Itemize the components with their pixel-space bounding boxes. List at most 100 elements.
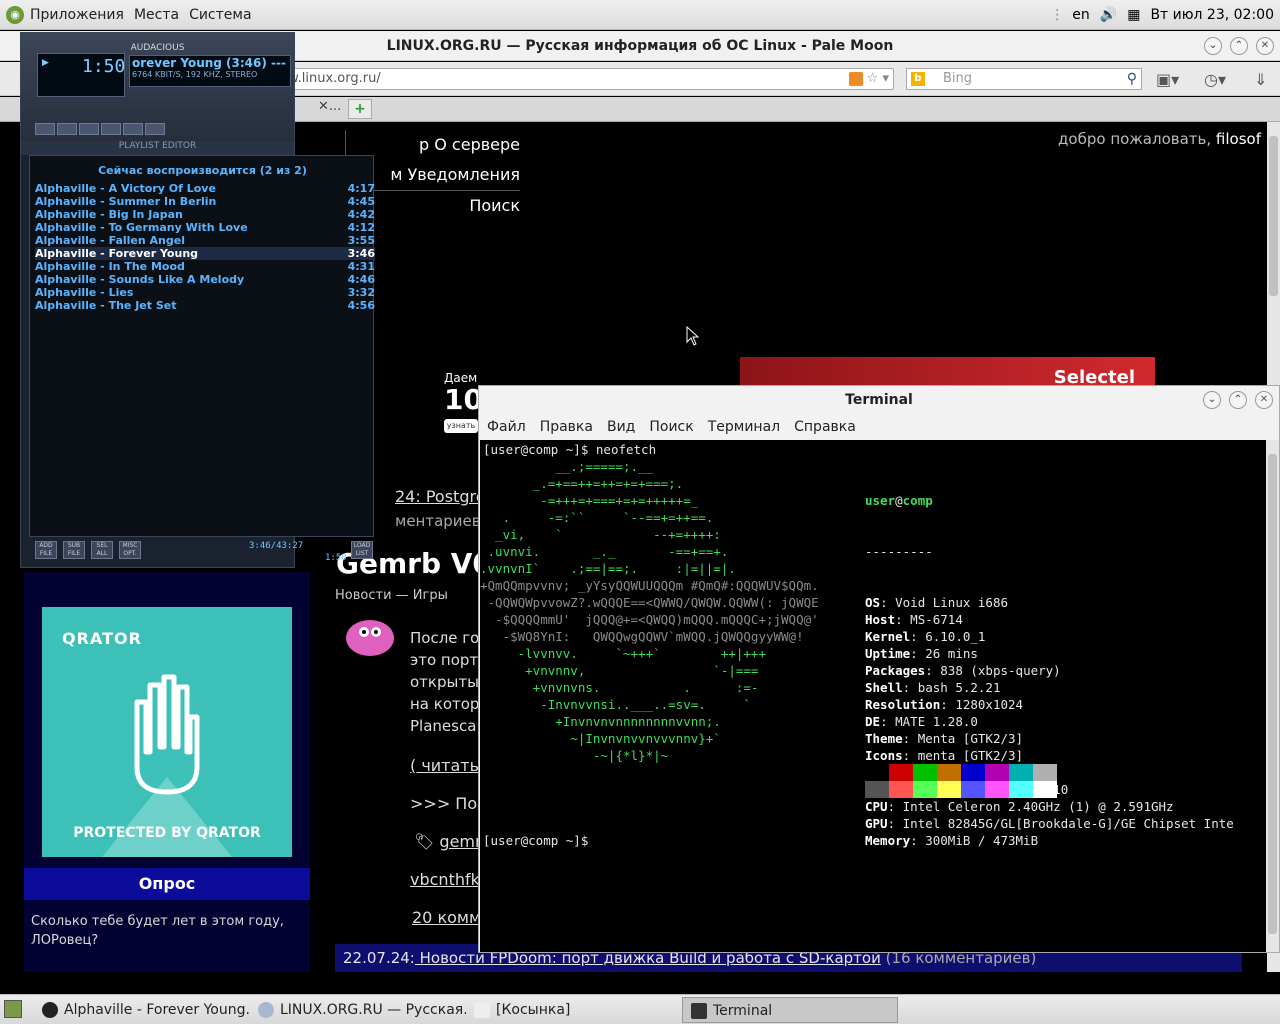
tag-text[interactable]: gemr — [439, 832, 481, 851]
playlist-item[interactable]: Alphaville - Forever Young 3:46 — [35, 247, 375, 260]
info-value: 838 (xbps-query) — [940, 663, 1061, 678]
bing-icon[interactable]: b — [911, 72, 925, 86]
playlist-item[interactable]: Alphaville - In The Mood 4:31 — [35, 260, 375, 273]
search-icon[interactable]: ⚲ — [1127, 69, 1137, 89]
qrator-badge[interactable]: QRATOR PROTECTED BY QRATOR — [42, 607, 292, 857]
color-swatch — [985, 781, 1009, 798]
color-swatch — [889, 764, 913, 781]
download-icon[interactable]: ⇓ — [1254, 70, 1267, 89]
minimize-icon[interactable]: ⌄ — [1204, 37, 1222, 55]
prev-button[interactable] — [35, 123, 55, 135]
info-row: OS: Void Linux i686 — [865, 594, 1234, 611]
task-solitaire[interactable]: [Косынка] — [466, 997, 682, 1023]
bookmarks-icon[interactable]: ▣▾ — [1156, 70, 1179, 89]
info-row: Kernel: 6.10.0_1 — [865, 628, 1234, 645]
task-label: Alphaville - Forever Young... — [64, 1002, 250, 1018]
menu-applications[interactable]: Приложения — [30, 7, 124, 23]
info-colon: : — [902, 731, 918, 746]
terminal-scrollbar[interactable] — [1266, 440, 1279, 952]
keyboard-layout-indicator[interactable]: en — [1072, 7, 1090, 23]
menu-search[interactable]: Поиск — [649, 419, 693, 435]
username-link[interactable]: filosof — [1216, 130, 1261, 148]
banner-button[interactable]: узнать — [444, 419, 478, 433]
menu-terminal[interactable]: Терминал — [708, 419, 780, 435]
menu-view[interactable]: Вид — [607, 419, 635, 435]
playlist-item[interactable]: Alphaville - Fallen Angel 3:55 — [35, 234, 375, 247]
neofetch-info: user@comp --------- OS: Void Linux i686 H… — [865, 458, 1234, 883]
maximize-icon[interactable]: ⌃ — [1230, 37, 1248, 55]
author-link[interactable]: vbcnthfk — [410, 870, 480, 889]
menu-system[interactable]: Система — [189, 7, 251, 23]
info-colon: : — [902, 680, 918, 695]
info-value: 6.10.0_1 — [925, 629, 986, 644]
info-colon: : — [910, 833, 926, 848]
task-audacious[interactable]: Alphaville - Forever Young... — [34, 997, 250, 1023]
clock[interactable]: Вт июл 23, 02:00 — [1150, 7, 1274, 23]
playlist-item[interactable]: Alphaville - A Victory Of Love 4:17 — [35, 182, 375, 195]
color-swatch — [961, 781, 985, 798]
page-scroll-thumb[interactable] — [1269, 136, 1278, 296]
task-label: [Косынка] — [496, 1002, 571, 1018]
url-dropdown-icon[interactable]: ▾ — [882, 71, 889, 86]
history-icon[interactable]: ◷▾ — [1204, 70, 1226, 89]
sub-file-button[interactable]: SUB FILE — [63, 541, 85, 559]
playlist-item[interactable]: Alphaville - To Germany With Love 4:12 — [35, 221, 375, 234]
menu-file[interactable]: Файл — [487, 419, 526, 435]
minimize-icon[interactable]: ⌄ — [1203, 391, 1221, 409]
poll-header: Опрос — [24, 868, 310, 900]
track-duration: 4:42 — [347, 208, 375, 221]
info-row: DE: MATE 1.28.0 — [865, 713, 1234, 730]
stop-button[interactable] — [101, 123, 121, 135]
menu-edit[interactable]: Правка — [540, 419, 593, 435]
info-value: Menta [GTK2/3] — [917, 731, 1024, 746]
article-category[interactable]: Новости — Игры — [335, 588, 448, 603]
pause-button[interactable] — [79, 123, 99, 135]
select-all-button[interactable]: SEL ALL — [91, 541, 113, 559]
misc-options-button[interactable]: MISC OPT. — [119, 541, 141, 559]
bookmark-star-icon[interactable]: ☆ — [867, 71, 879, 86]
elapsed-time[interactable]: 1:50 — [82, 56, 125, 77]
playlist: Сейчас воспроизводится (2 из 2) Alphavil… — [29, 155, 375, 537]
info-row: Uptime: 26 mins — [865, 645, 1234, 662]
task-browser[interactable]: LINUX.ORG.RU — Русская... — [250, 997, 466, 1023]
volume-icon[interactable]: 🔊 — [1100, 7, 1117, 23]
eject-button[interactable] — [145, 123, 165, 135]
menu-places[interactable]: Места — [134, 7, 179, 23]
play-button[interactable] — [57, 123, 77, 135]
close-icon[interactable]: ✕ — [1255, 391, 1273, 409]
next-button[interactable] — [123, 123, 143, 135]
info-divider: --------- — [865, 544, 933, 559]
playlist-item[interactable]: Alphaville - Lies 3:32 — [35, 286, 375, 299]
terminal-titlebar: Terminal ⌄ ⌃ ✕ — [479, 386, 1279, 414]
rss-icon[interactable] — [848, 71, 863, 86]
info-row: Icons: menta [GTK2/3] — [865, 747, 1234, 764]
menu-help[interactable]: Справка — [794, 419, 856, 435]
comments-link[interactable]: 20 комм — [412, 908, 481, 927]
mate-logo-icon[interactable]: ◉ — [6, 5, 24, 24]
playlist-item[interactable]: Alphaville - Sounds Like A Melody 4:46 — [35, 273, 375, 286]
close-icon[interactable]: ✕ — [1256, 37, 1274, 55]
top-panel: ◉ Приложения Места Система ⋮ en 🔊 ▦ Вт и… — [0, 0, 1280, 30]
task-terminal[interactable]: Terminal — [682, 997, 898, 1023]
info-colon: : — [940, 697, 956, 712]
search-input[interactable]: b Bing ⚲ — [906, 68, 1142, 90]
load-list-button[interactable]: LOAD LIST — [351, 541, 373, 559]
tab-close-icon[interactable]: ✕... — [318, 99, 341, 114]
url-bar[interactable]: s://www.linux.org.ru/ ☆ ▾ — [240, 68, 894, 90]
playlist-total-time: 3:46/43:27 — [249, 541, 304, 551]
add-file-button[interactable]: ADD FILE — [35, 541, 57, 559]
network-icon[interactable]: ▦ — [1127, 7, 1140, 23]
playlist-item[interactable]: Alphaville - The Jet Set 4:56 — [35, 299, 375, 312]
terminal-scroll-thumb[interactable] — [1268, 454, 1277, 934]
new-tab-button[interactable]: + — [348, 99, 372, 119]
prompt-line: [user@comp ~]$ neofetch — [483, 441, 656, 458]
terminal-menubar: Файл Правка Вид Поиск Терминал Справка — [479, 414, 1279, 440]
song-specs: 6764 KBIT/S, 192 KHZ, STEREO — [132, 70, 258, 79]
terminal-output[interactable]: [user@comp ~]$ neofetch __.;=====;.__ _.… — [480, 440, 1266, 952]
info-at: @ — [895, 493, 903, 508]
terminal-window: Terminal ⌄ ⌃ ✕ Файл Правка Вид Поиск Тер… — [478, 385, 1280, 953]
maximize-icon[interactable]: ⌃ — [1229, 391, 1247, 409]
playlist-item[interactable]: Alphaville - Summer In Berlin 4:45 — [35, 195, 375, 208]
playlist-item[interactable]: Alphaville - Big In Japan 4:42 — [35, 208, 375, 221]
show-desktop-icon[interactable] — [4, 1000, 22, 1018]
